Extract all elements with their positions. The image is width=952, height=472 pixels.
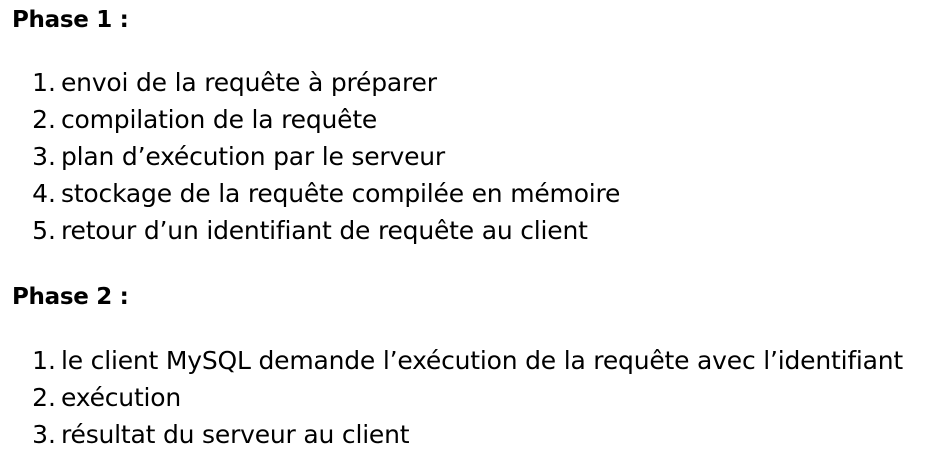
step-text: envoi de la requête à préparer <box>61 68 437 97</box>
step-text: le client MySQL demande l’exécution de l… <box>61 346 904 375</box>
step-text: compilation de la requête <box>61 105 378 134</box>
step-text: résultat du serveur au client <box>61 420 410 449</box>
step-number: 3. <box>32 420 56 449</box>
step-number: 2. <box>32 105 56 134</box>
step-number: 4. <box>32 179 56 208</box>
step-text: exécution <box>61 383 182 412</box>
step-number: 2. <box>32 383 56 412</box>
phase-1-heading: Phase 1 : <box>12 7 129 33</box>
step-number: 1. <box>32 68 56 97</box>
step-text: stockage de la requête compilée en mémoi… <box>61 179 621 208</box>
step-number: 5. <box>32 216 56 245</box>
document-page: Phase 1 : 1. envoi de la requête à prépa… <box>0 0 952 472</box>
step-text: retour d’un identifiant de requête au cl… <box>61 216 588 245</box>
step-text: plan d’exécution par le serveur <box>61 142 445 171</box>
step-number: 3. <box>32 142 56 171</box>
step-number: 1. <box>32 346 56 375</box>
phase-2-heading: Phase 2 : <box>12 284 129 310</box>
